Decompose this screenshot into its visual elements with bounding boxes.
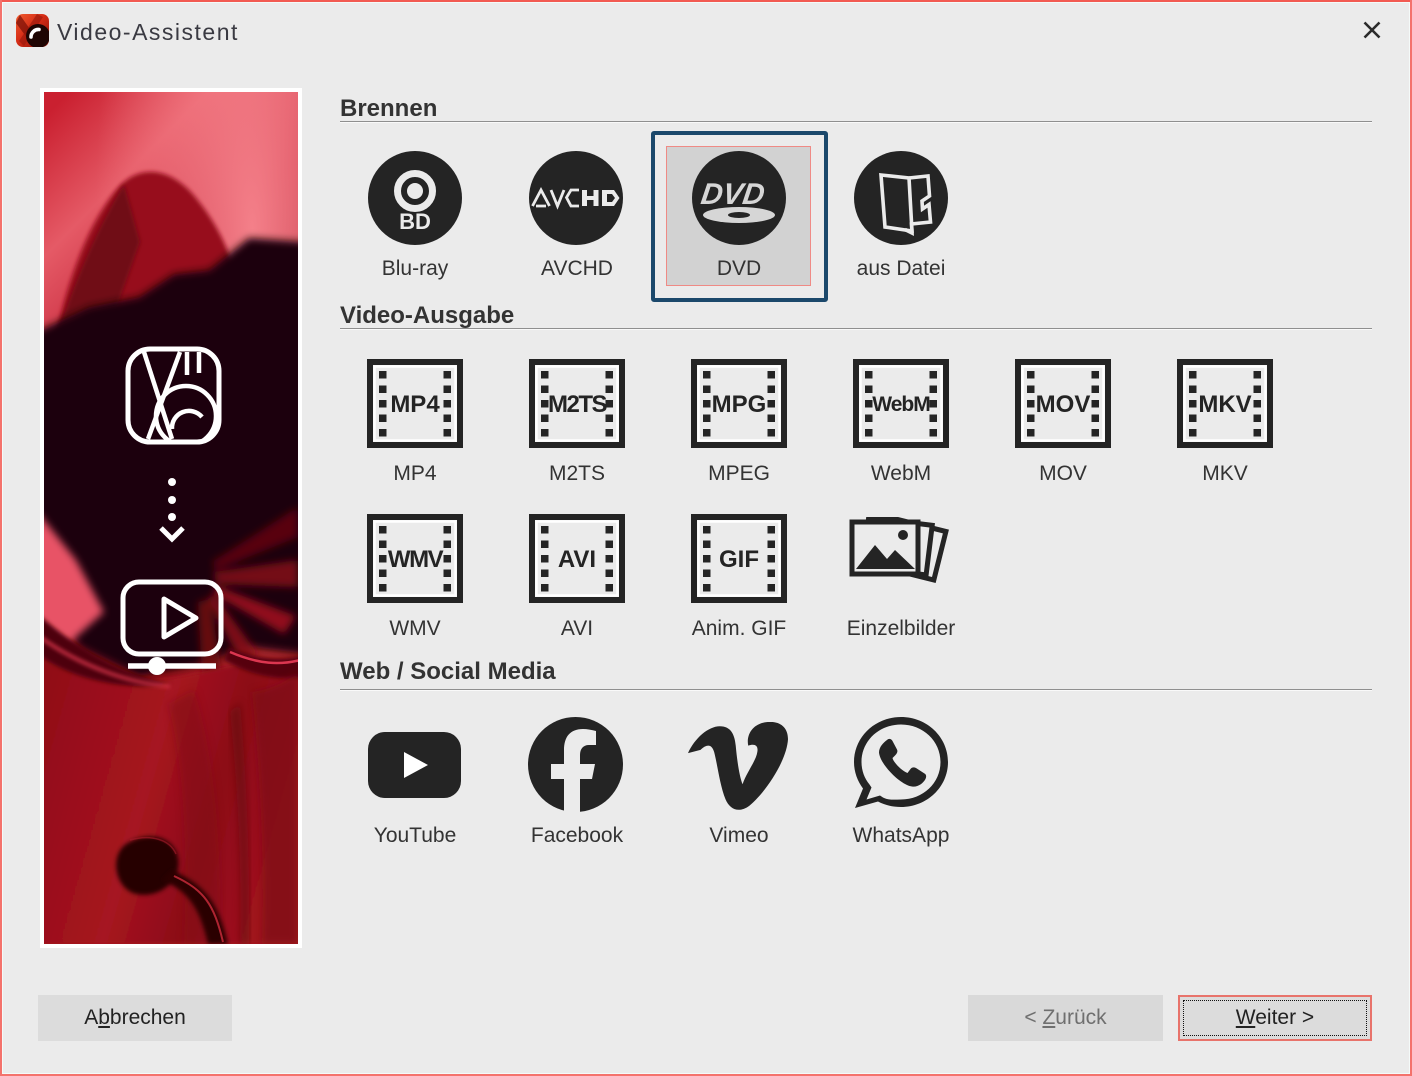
svg-text:BD: BD — [399, 209, 431, 234]
svg-text:GIF: GIF — [719, 546, 759, 573]
svg-text:AVI: AVI — [558, 546, 596, 573]
svg-text:MKV: MKV — [1198, 391, 1251, 418]
svg-text:MPG: MPG — [712, 391, 767, 418]
svg-text:WMV: WMV — [388, 546, 444, 573]
svg-text:WebM: WebM — [872, 393, 930, 416]
svg-text:M2TS: M2TS — [548, 391, 608, 418]
svg-text:DVD: DVD — [699, 178, 767, 211]
svg-text:MOV: MOV — [1036, 391, 1091, 418]
svg-text:MP4: MP4 — [390, 391, 440, 418]
